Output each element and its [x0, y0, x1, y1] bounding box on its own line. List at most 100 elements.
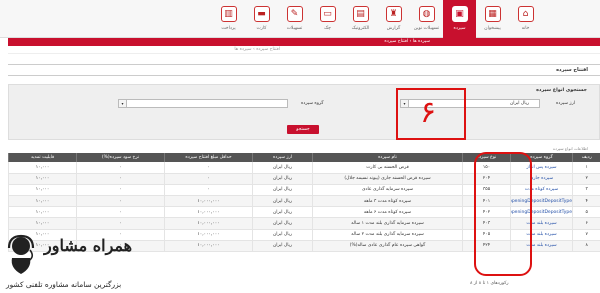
table-cell: ۵ — [572, 206, 600, 219]
breadcrumb-bar: سپرده ها › افتتاح سپرده — [8, 38, 600, 46]
table-cell: ریال ایران — [252, 162, 313, 174]
brand-logo: همراه مشاور بزرگترین سامانه مشاوره تلفنی… — [4, 232, 204, 292]
table-caption-text: اطلاعات انواع سپرده — [552, 146, 588, 151]
table-cell: گواهی سپرده عام گذاری عادی ساله(%) — [312, 240, 463, 253]
annotation-number: ۶ — [420, 95, 437, 130]
table-cell: قرض الحسنه بی کارت — [312, 162, 463, 174]
table-cell: ۱۰,۰۰۰,۰۰۰ — [164, 217, 253, 230]
cheque-icon: ▭ — [319, 6, 336, 22]
table-cell: ۰ — [76, 217, 165, 230]
annotation-highlight — [474, 152, 532, 276]
table-cell: ۱۰,۰۰۰ — [8, 162, 77, 174]
table-cell: سپرده کوتاه مدت ۳ ماهه — [312, 195, 463, 208]
table-cell: ۱۰,۰۰۰ — [8, 217, 77, 230]
search-button[interactable]: جستجو — [287, 125, 319, 134]
nav-item-label: تسهیلات — [286, 26, 303, 31]
column-header[interactable]: حداقل مبلغ افتتاح سپرده — [164, 153, 253, 162]
group-select[interactable]: ▾ — [118, 99, 288, 108]
table-cell: ۶ — [572, 217, 600, 230]
table-cell: سپرده سرمایه گذاری عادی — [312, 184, 463, 197]
table-cell: ۰ — [76, 173, 165, 185]
table-cell: ۱۰,۰۰۰ — [8, 173, 77, 185]
nav-item[interactable]: ♜ گزارش — [377, 0, 410, 38]
nav-item[interactable]: ▤ الکترونیک — [344, 0, 377, 38]
logo-title: همراه مشاور — [44, 236, 133, 255]
nav-item[interactable]: ▦ پیشخوان — [476, 0, 509, 38]
chevron-down-icon: ▾ — [119, 100, 127, 107]
table-cell: ۰ — [164, 173, 253, 185]
column-header[interactable]: ردیف — [572, 153, 600, 162]
currency-label: ارز سپرده — [556, 101, 575, 106]
facility-icon: ✎ — [286, 6, 303, 22]
table-cell: ۱۰,۰۰۰ — [8, 206, 77, 219]
nav-item[interactable]: ▥ پرداخت — [212, 0, 245, 38]
home-icon: ⌂ — [517, 6, 534, 22]
table-cell: ۰ — [164, 184, 253, 197]
table-cell: ۱۰,۰۰۰ — [8, 184, 77, 197]
table-cell: ریال ایران — [252, 206, 313, 219]
nav-item[interactable]: ▣ سپرده — [443, 0, 476, 38]
nav-item[interactable]: ⌂ خانه — [509, 0, 542, 38]
headset-icon — [7, 234, 35, 274]
table-cell: ۰ — [164, 162, 253, 174]
table-cell: ۱۰,۰۰۰ — [8, 195, 77, 208]
group-label: گروه سپرده — [301, 101, 324, 106]
table-cell: ۴ — [572, 195, 600, 208]
table-cell: ۱۰,۰۰۰,۰۰۰ — [164, 195, 253, 208]
nav-items: ⌂ خانه ▦ پیشخوان ▣ سپرده ◍ تسهیلات نوین ♜ گزارش ▤ ا… — [80, 0, 542, 38]
table-cell: ۰ — [76, 162, 165, 174]
annotation-box: ۶ — [396, 88, 466, 140]
sub-breadcrumb[interactable]: افتتاح سپرده › سپرده ها — [234, 47, 280, 52]
report-icon: ♜ — [385, 6, 402, 22]
nav-item-label: گزارش — [386, 26, 401, 31]
table-cell: سپرده کوتاه مدت ۶ ماهه — [312, 206, 463, 219]
loan-icon: ◍ — [418, 6, 435, 22]
table-cell: ۳ — [572, 184, 600, 197]
table-cell: سپرده سرمایه گذاری بلند مدت ۲ ساله — [312, 229, 463, 241]
nav-item-label: خانه — [521, 26, 530, 31]
pager: رکوردهای ۱ تا ۸ از ۸ — [470, 281, 509, 286]
page-title: افتتاح سپرده — [556, 67, 588, 73]
table-cell: ۰ — [76, 206, 165, 219]
table-cell: ۸ — [572, 240, 600, 253]
column-header[interactable]: نام سپرده — [312, 153, 463, 162]
table-cell: ریال ایران — [252, 184, 313, 197]
nav-item-label: الکترونیک — [351, 26, 370, 31]
nav-item[interactable]: ▭ چک — [311, 0, 344, 38]
nav-item-label: پرداخت — [221, 26, 236, 31]
nav-item-label: پیشخوان — [484, 26, 501, 31]
table-cell: ریال ایران — [252, 229, 313, 241]
table-cell: ۲ — [572, 173, 600, 185]
table-cell: سپرده قرض الحسنه جاری (پیوند نسیمه جلال) — [312, 173, 463, 185]
electronic-icon: ▤ — [352, 6, 369, 22]
table-cell: ریال ایران — [252, 240, 313, 253]
table-cell: سپرده سرمایه گذاری بلند مدت ۱ ساله — [312, 217, 463, 230]
payment-icon: ▥ — [220, 6, 237, 22]
sub-breadcrumb-bar: افتتاح سپرده › سپرده ها — [8, 46, 600, 54]
column-header[interactable]: ارز سپرده — [252, 153, 313, 162]
breadcrumb[interactable]: سپرده ها › افتتاح سپرده — [384, 39, 430, 44]
card-icon: ▬ — [253, 6, 270, 22]
nav-item[interactable]: ◍ تسهیلات نوین — [410, 0, 443, 38]
dashboard-icon: ▦ — [484, 6, 501, 22]
nav-item-label: چک — [324, 26, 331, 31]
top-navigation: ⌂ خانه ▦ پیشخوان ▣ سپرده ◍ تسهیلات نوین ♜ گزارش ▤ ا… — [0, 0, 600, 38]
nav-item[interactable]: ▬ کارت — [245, 0, 278, 38]
currency-value: ریال ایران — [509, 101, 529, 106]
table-cell: ریال ایران — [252, 217, 313, 230]
table-cell: ریال ایران — [252, 173, 313, 185]
nav-item-label: تسهیلات نوین — [413, 26, 440, 31]
table-cell: ۰ — [76, 195, 165, 208]
column-header[interactable]: قابلیت تمدید — [8, 153, 77, 162]
table-cell: ۰ — [76, 184, 165, 197]
nav-item-label: کارت — [256, 26, 267, 31]
deposit-icon: ▣ — [451, 6, 468, 22]
table-cell: ۷ — [572, 229, 600, 241]
column-header[interactable]: نرخ سود سپرده(%) — [76, 153, 165, 162]
table-cell: ۱۰,۰۰۰,۰۰۰ — [164, 206, 253, 219]
nav-item-label: سپرده — [453, 26, 466, 31]
page-header: افتتاح سپرده — [8, 64, 600, 76]
nav-item[interactable]: ✎ تسهیلات — [278, 0, 311, 38]
table-cell: ریال ایران — [252, 195, 313, 208]
table-cell: ۱ — [572, 162, 600, 174]
